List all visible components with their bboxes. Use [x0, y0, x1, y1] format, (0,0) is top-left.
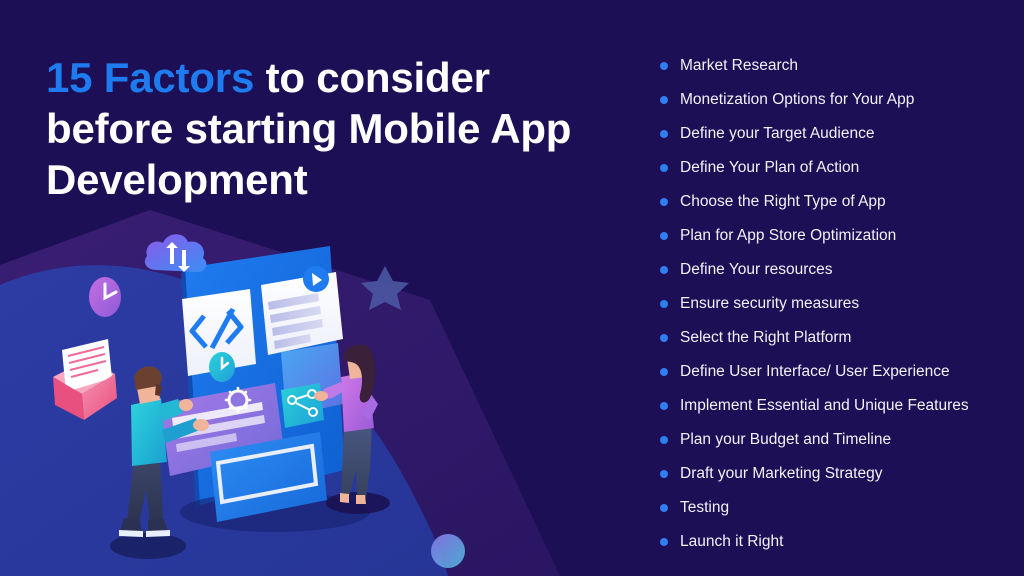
list-item-label: Market Research — [680, 57, 799, 74]
bullet-icon — [660, 402, 668, 410]
bullet-icon — [660, 266, 668, 274]
list-item[interactable]: Ensure security measures — [658, 287, 1018, 321]
bullet-icon — [660, 62, 668, 70]
list-item[interactable]: Define User Interface/ User Experience — [658, 355, 1018, 389]
list-item[interactable]: Market Research — [658, 49, 1018, 83]
list-item[interactable]: Launch it Right — [658, 525, 1018, 559]
list-item-label: Choose the Right Type of App — [680, 193, 886, 210]
bullet-icon — [660, 436, 668, 444]
list-item-label: Testing — [680, 499, 730, 516]
list-item[interactable]: Plan for App Store Optimization — [658, 219, 1018, 253]
list-item-label: Define Your resources — [680, 261, 833, 278]
list-item-label: Launch it Right — [680, 533, 784, 550]
bullet-icon — [660, 164, 668, 172]
clock-icon — [89, 277, 121, 317]
bullet-icon — [660, 198, 668, 206]
page-title: 15 Factors to consider before starting M… — [46, 52, 576, 205]
list-item-label: Plan your Budget and Timeline — [680, 431, 892, 448]
list-item[interactable]: Define Your resources — [658, 253, 1018, 287]
bullet-icon — [660, 538, 668, 546]
list-item-label: Plan for App Store Optimization — [680, 227, 897, 244]
list-item-label: Select the Right Platform — [680, 329, 852, 346]
list-item[interactable]: Testing — [658, 491, 1018, 525]
list-item[interactable]: Define your Target Audience — [658, 117, 1018, 151]
list-item[interactable]: Implement Essential and Unique Features — [658, 389, 1018, 423]
bullet-icon — [660, 368, 668, 376]
factor-list: Market Research Monetization Options for… — [658, 49, 1018, 559]
circle-shape — [431, 534, 465, 568]
bullet-icon — [660, 232, 668, 240]
bullet-icon — [660, 300, 668, 308]
list-item[interactable]: Draft your Marketing Strategy — [658, 457, 1018, 491]
list-item-label: Monetization Options for Your App — [680, 91, 915, 108]
list-item[interactable]: Select the Right Platform — [658, 321, 1018, 355]
list-item[interactable]: Plan your Budget and Timeline — [658, 423, 1018, 457]
poster-canvas: 15 Factors to consider before starting M… — [0, 0, 1024, 576]
list-item-label: Implement Essential and Unique Features — [680, 397, 969, 414]
list-item-label: Define Your Plan of Action — [680, 159, 860, 176]
bullet-icon — [660, 504, 668, 512]
list-item[interactable]: Define Your Plan of Action — [658, 151, 1018, 185]
list-item-label: Ensure security measures — [680, 295, 860, 312]
page-title-accent: 15 Factors — [46, 54, 255, 101]
bullet-icon — [660, 334, 668, 342]
bullet-icon — [660, 470, 668, 478]
list-item-label: Draft your Marketing Strategy — [680, 465, 883, 482]
list-item-label: Define your Target Audience — [680, 125, 875, 142]
list-item[interactable]: Choose the Right Type of App — [658, 185, 1018, 219]
bullet-icon — [660, 130, 668, 138]
list-item[interactable]: Monetization Options for Your App — [658, 83, 1018, 117]
list-item-label: Define User Interface/ User Experience — [680, 363, 950, 380]
bullet-icon — [660, 96, 668, 104]
